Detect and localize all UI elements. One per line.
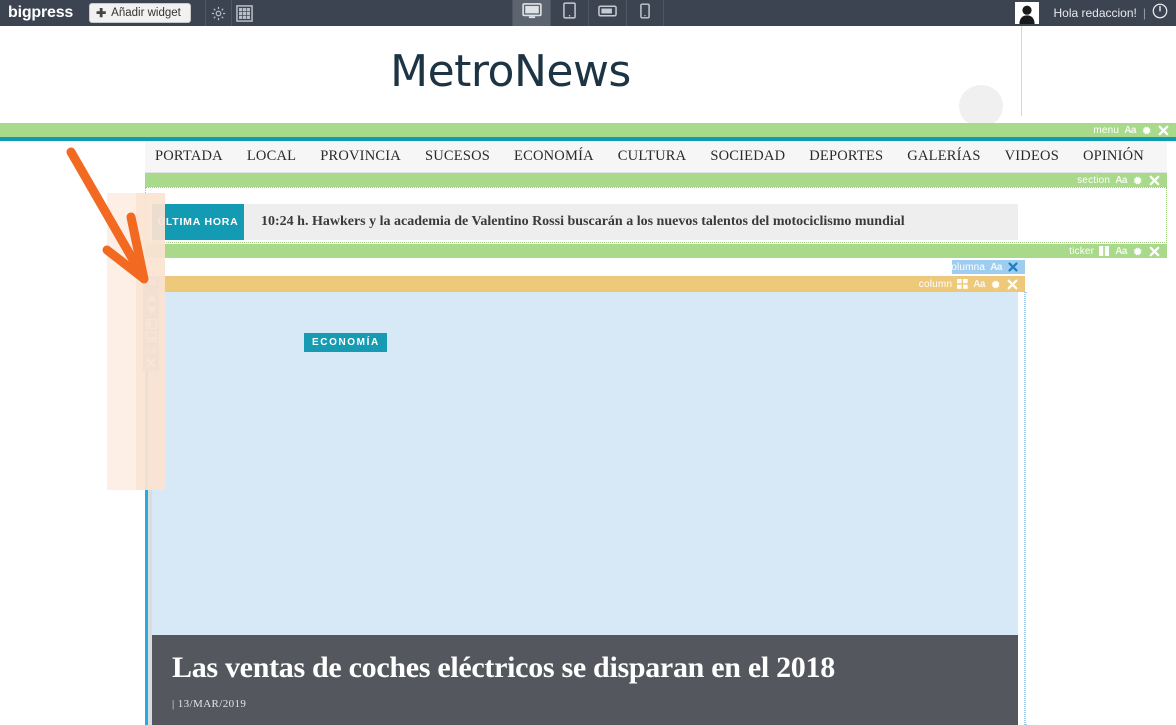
move-down-button[interactable] [143, 304, 159, 317]
fila-label: fila [143, 276, 159, 289]
close-icon[interactable] [1006, 278, 1019, 291]
device-switcher[interactable] [512, 0, 664, 26]
nav-item-sucesos[interactable]: SUCESOS [425, 148, 490, 165]
device-tablet-portrait-button[interactable] [550, 0, 588, 26]
article-headline-box[interactable]: Las ventas de coches eléctricos se dispa… [152, 635, 1018, 725]
admin-bar-right: Hola redaccion! | [1015, 0, 1176, 26]
widget-bar-column[interactable]: column Aa [152, 276, 1025, 292]
header-decoration-circle [959, 85, 1003, 127]
close-icon[interactable] [1007, 261, 1019, 273]
font-size-icon[interactable]: Aa [1115, 175, 1127, 186]
close-icon[interactable] [1148, 245, 1161, 258]
nav-item-portada[interactable]: PORTADA [155, 148, 223, 165]
widget-bar-menu[interactable]: menu Aa [0, 123, 1176, 137]
grid-icon[interactable] [957, 279, 968, 289]
widget-bar-section-label: section [1077, 174, 1111, 186]
widget-bar-columna[interactable]: columna Aa [946, 260, 1025, 274]
article-category-badge[interactable]: ECONOMÍA [304, 333, 387, 352]
fila-buttons: Aa [143, 289, 159, 371]
font-size-icon[interactable]: Aa [973, 279, 985, 290]
move-up-button[interactable] [143, 291, 159, 304]
main-nav: PORTADA LOCAL PROVINCIA SUCESOS ECONOMÍA… [145, 141, 1167, 172]
tablet-portrait-icon [563, 2, 576, 24]
article-headline: Las ventas de coches eléctricos se dispa… [172, 651, 835, 684]
font-size-icon[interactable]: Aa [1124, 125, 1136, 136]
add-widget-label: Añadir widget [111, 7, 181, 19]
split-horizontal-button[interactable] [143, 330, 159, 343]
tablet-landscape-icon [598, 4, 617, 23]
device-mobile-button[interactable] [626, 0, 664, 26]
ticker-text[interactable]: 10:24 h. Hawkers y la academia de Valent… [244, 214, 905, 230]
font-size-icon[interactable]: Aa [1115, 246, 1127, 257]
ticker-headline: Hawkers y la academia de Valentino Rossi… [311, 214, 905, 229]
nav-item-provincia[interactable]: PROVINCIA [320, 148, 401, 165]
gear-icon[interactable] [1132, 246, 1143, 257]
mobile-icon [640, 2, 650, 24]
ticker-badge: ÚLTIMA HORA [152, 204, 244, 240]
close-icon[interactable] [1148, 174, 1161, 187]
gear-icon[interactable] [990, 279, 1001, 290]
column-right-outline [1024, 292, 1026, 725]
grid-icon [236, 4, 253, 22]
page-root: bigpress ✚ Añadir widget Hola redaccion!… [0, 0, 1176, 725]
grid-layout-button[interactable] [230, 0, 257, 26]
article-column: ECONOMÍA Las ventas de coches eléctricos… [152, 292, 1018, 725]
page-canvas: MetroNews menu Aa PORTADA LOCAL PROVINCI… [0, 26, 1176, 725]
nav-item-videos[interactable]: VIDEOS [1005, 148, 1059, 165]
delete-row-button[interactable] [143, 356, 159, 369]
font-size-icon[interactable]: Aa [990, 262, 1002, 273]
gear-icon[interactable] [1132, 175, 1143, 186]
widget-bar-column-label: column [918, 278, 953, 290]
widget-bar-menu-label: menu [1093, 124, 1120, 136]
avatar[interactable] [1015, 2, 1040, 24]
article-date: | 13/MAR/2019 [172, 698, 247, 710]
brand-logo[interactable]: bigpress [0, 4, 73, 22]
font-size-button[interactable]: Aa [143, 343, 159, 356]
logout-button[interactable] [1152, 3, 1168, 24]
columns-icon[interactable] [1099, 246, 1110, 256]
close-icon[interactable] [1157, 124, 1170, 137]
desktop-icon [521, 2, 542, 24]
widget-bar-section[interactable]: section Aa [145, 173, 1167, 187]
gear-icon [210, 5, 227, 22]
widget-bar-ticker-label: ticker [1069, 245, 1095, 257]
nav-item-local[interactable]: LOCAL [247, 148, 296, 165]
widget-bar-ticker[interactable]: ticker Aa [145, 244, 1167, 258]
greeting-label: Hola redaccion! [1053, 6, 1137, 20]
add-widget-button[interactable]: ✚ Añadir widget [89, 3, 191, 23]
device-desktop-button[interactable] [512, 0, 550, 26]
widget-bar-columna-label: columna [946, 261, 986, 273]
frame-line-right [1021, 26, 1022, 116]
device-tablet-landscape-button[interactable] [588, 0, 626, 26]
breaking-news-ticker: ÚLTIMA HORA 10:24 h. Hawkers y la academ… [152, 204, 1018, 240]
nav-item-sociedad[interactable]: SOCIEDAD [710, 148, 785, 165]
ticker-time: 10:24 h. [261, 214, 309, 229]
nav-item-deportes[interactable]: DEPORTES [809, 148, 883, 165]
gear-icon[interactable] [1141, 125, 1152, 136]
nav-item-opinion[interactable]: OPINIÓN [1083, 148, 1144, 165]
nav-item-economia[interactable]: ECONOMÍA [514, 148, 594, 165]
site-header: MetroNews [0, 26, 1021, 127]
site-title: MetroNews [390, 46, 631, 97]
font-size-icon: Aa [145, 344, 157, 355]
settings-button[interactable] [204, 0, 231, 26]
nav-item-galerias[interactable]: GALERÍAS [907, 148, 980, 165]
split-vertical-button[interactable] [143, 317, 159, 330]
site-nav-bar: PORTADA LOCAL PROVINCIA SUCESOS ECONOMÍA… [145, 141, 1167, 173]
plus-icon: ✚ [96, 6, 107, 20]
admin-bar: bigpress ✚ Añadir widget Hola redaccion!… [0, 0, 1176, 26]
nav-item-cultura[interactable]: CULTURA [618, 148, 687, 165]
power-icon [1152, 3, 1168, 24]
separator: | [1142, 6, 1146, 20]
